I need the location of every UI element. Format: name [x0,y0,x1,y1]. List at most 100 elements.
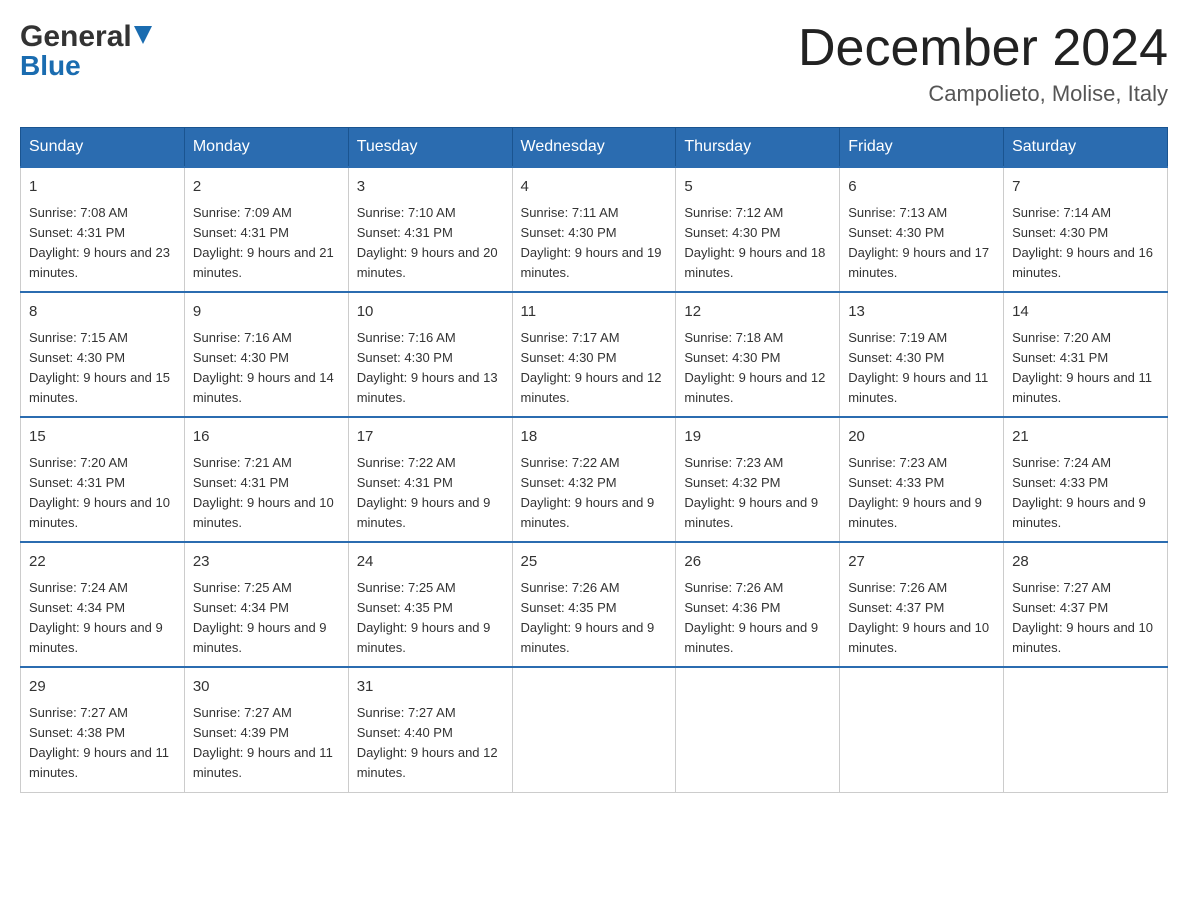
calendar-cell: 10 Sunrise: 7:16 AMSunset: 4:30 PMDayligh… [348,292,512,417]
calendar-cell: 28Sunrise: 7:27 AMSunset: 4:37 PMDayligh… [1004,542,1168,667]
calendar-cell: 30 Sunrise: 7:27 AMSunset: 4:39 PMDayligh… [184,667,348,792]
logo: General Blue [20,20,152,82]
calendar-cell: 21 Sunrise: 7:24 AMSunset: 4:33 PMDayligh… [1004,417,1168,542]
calendar-week-row: 1 Sunrise: 7:08 AMSunset: 4:31 PMDaylight… [21,167,1168,292]
day-info: Sunrise: 7:25 AMSunset: 4:35 PMDaylight:… [357,578,504,659]
day-number: 13 [848,301,995,324]
calendar-cell: 17Sunrise: 7:22 AMSunset: 4:31 PMDayligh… [348,417,512,542]
calendar-cell: 5 Sunrise: 7:12 AMSunset: 4:30 PMDaylight… [676,167,840,292]
day-number: 8 [29,301,176,324]
calendar-cell: 31Sunrise: 7:27 AMSunset: 4:40 PMDayligh… [348,667,512,792]
header-tuesday: Tuesday [348,128,512,168]
day-number: 11 [521,301,668,324]
calendar-week-row: 22Sunrise: 7:24 AMSunset: 4:34 PMDayligh… [21,542,1168,667]
day-number: 16 [193,426,340,449]
header-sunday: Sunday [21,128,185,168]
day-info: Sunrise: 7:16 AMSunset: 4:30 PMDaylight:… [357,328,504,409]
calendar-cell: 4 Sunrise: 7:11 AMSunset: 4:30 PMDaylight… [512,167,676,292]
calendar-cell: 23 Sunrise: 7:25 AMSunset: 4:34 PMDayligh… [184,542,348,667]
calendar-cell: 1 Sunrise: 7:08 AMSunset: 4:31 PMDaylight… [21,167,185,292]
day-info: Sunrise: 7:19 AMSunset: 4:30 PMDaylight:… [848,328,995,409]
day-number: 10 [357,301,504,324]
day-info: Sunrise: 7:21 AMSunset: 4:31 PMDaylight:… [193,453,340,534]
calendar-cell [1004,667,1168,792]
header-row: SundayMondayTuesdayWednesdayThursdayFrid… [21,128,1168,168]
day-info: Sunrise: 7:24 AMSunset: 4:34 PMDaylight:… [29,578,176,659]
day-info: Sunrise: 7:23 AMSunset: 4:32 PMDaylight:… [684,453,831,534]
day-info: Sunrise: 7:27 AMSunset: 4:39 PMDaylight:… [193,703,340,784]
day-number: 19 [684,426,831,449]
location-title: Campolieto, Molise, Italy [798,81,1168,107]
calendar-cell: 16 Sunrise: 7:21 AMSunset: 4:31 PMDayligh… [184,417,348,542]
day-info: Sunrise: 7:22 AMSunset: 4:31 PMDaylight:… [357,453,504,534]
day-number: 23 [193,551,340,574]
day-number: 29 [29,676,176,699]
day-info: Sunrise: 7:11 AMSunset: 4:30 PMDaylight:… [521,203,668,284]
calendar-cell: 24 Sunrise: 7:25 AMSunset: 4:35 PMDayligh… [348,542,512,667]
day-number: 24 [357,551,504,574]
day-info: Sunrise: 7:20 AMSunset: 4:31 PMDaylight:… [29,453,176,534]
day-number: 14 [1012,301,1159,324]
header-monday: Monday [184,128,348,168]
day-info: Sunrise: 7:22 AMSunset: 4:32 PMDaylight:… [521,453,668,534]
calendar-cell: 13 Sunrise: 7:19 AMSunset: 4:30 PMDayligh… [840,292,1004,417]
calendar-cell [676,667,840,792]
day-number: 30 [193,676,340,699]
day-number: 9 [193,301,340,324]
calendar-cell: 7 Sunrise: 7:14 AMSunset: 4:30 PMDaylight… [1004,167,1168,292]
day-info: Sunrise: 7:09 AMSunset: 4:31 PMDaylight:… [193,203,340,284]
calendar-cell: 18 Sunrise: 7:22 AMSunset: 4:32 PMDayligh… [512,417,676,542]
day-number: 5 [684,176,831,199]
calendar-cell: 19 Sunrise: 7:23 AMSunset: 4:32 PMDayligh… [676,417,840,542]
day-number: 25 [521,551,668,574]
header-wednesday: Wednesday [512,128,676,168]
day-number: 1 [29,176,176,199]
day-info: Sunrise: 7:20 AMSunset: 4:31 PMDaylight:… [1012,328,1159,409]
calendar-cell: 14 Sunrise: 7:20 AMSunset: 4:31 PMDayligh… [1004,292,1168,417]
title-area: December 2024 Campolieto, Molise, Italy [798,20,1168,107]
calendar-cell [512,667,676,792]
calendar-cell: 2 Sunrise: 7:09 AMSunset: 4:31 PMDaylight… [184,167,348,292]
month-title: December 2024 [798,20,1168,77]
day-number: 21 [1012,426,1159,449]
day-number: 3 [357,176,504,199]
calendar-table: SundayMondayTuesdayWednesdayThursdayFrid… [20,127,1168,792]
day-info: Sunrise: 7:26 AMSunset: 4:35 PMDaylight:… [521,578,668,659]
day-number: 27 [848,551,995,574]
day-number: 2 [193,176,340,199]
day-info: Sunrise: 7:27 AMSunset: 4:40 PMDaylight:… [357,703,504,784]
calendar-body: 1 Sunrise: 7:08 AMSunset: 4:31 PMDaylight… [21,167,1168,792]
calendar-cell: 3Sunrise: 7:10 AMSunset: 4:31 PMDaylight… [348,167,512,292]
calendar-cell: 15Sunrise: 7:20 AMSunset: 4:31 PMDayligh… [21,417,185,542]
day-info: Sunrise: 7:14 AMSunset: 4:30 PMDaylight:… [1012,203,1159,284]
day-number: 4 [521,176,668,199]
calendar-week-row: 29 Sunrise: 7:27 AMSunset: 4:38 PMDayligh… [21,667,1168,792]
day-info: Sunrise: 7:27 AMSunset: 4:38 PMDaylight:… [29,703,176,784]
day-info: Sunrise: 7:17 AMSunset: 4:30 PMDaylight:… [521,328,668,409]
day-number: 20 [848,426,995,449]
day-info: Sunrise: 7:08 AMSunset: 4:31 PMDaylight:… [29,203,176,284]
calendar-cell: 12Sunrise: 7:18 AMSunset: 4:30 PMDayligh… [676,292,840,417]
calendar-cell: 27Sunrise: 7:26 AMSunset: 4:37 PMDayligh… [840,542,1004,667]
day-info: Sunrise: 7:15 AMSunset: 4:30 PMDaylight:… [29,328,176,409]
day-number: 7 [1012,176,1159,199]
calendar-cell: 9 Sunrise: 7:16 AMSunset: 4:30 PMDaylight… [184,292,348,417]
day-info: Sunrise: 7:25 AMSunset: 4:34 PMDaylight:… [193,578,340,659]
calendar-cell: 26Sunrise: 7:26 AMSunset: 4:36 PMDayligh… [676,542,840,667]
calendar-cell: 22Sunrise: 7:24 AMSunset: 4:34 PMDayligh… [21,542,185,667]
calendar-cell: 25 Sunrise: 7:26 AMSunset: 4:35 PMDayligh… [512,542,676,667]
day-info: Sunrise: 7:18 AMSunset: 4:30 PMDaylight:… [684,328,831,409]
day-info: Sunrise: 7:24 AMSunset: 4:33 PMDaylight:… [1012,453,1159,534]
day-number: 18 [521,426,668,449]
logo-blue: Blue [20,50,81,82]
day-info: Sunrise: 7:12 AMSunset: 4:30 PMDaylight:… [684,203,831,284]
calendar-cell: 11 Sunrise: 7:17 AMSunset: 4:30 PMDayligh… [512,292,676,417]
day-info: Sunrise: 7:16 AMSunset: 4:30 PMDaylight:… [193,328,340,409]
page-header: General Blue December 2024 Campolieto, M… [20,20,1168,107]
day-number: 6 [848,176,995,199]
logo-arrow-icon [134,26,152,44]
calendar-header: SundayMondayTuesdayWednesdayThursdayFrid… [21,128,1168,168]
day-info: Sunrise: 7:23 AMSunset: 4:33 PMDaylight:… [848,453,995,534]
day-info: Sunrise: 7:13 AMSunset: 4:30 PMDaylight:… [848,203,995,284]
header-friday: Friday [840,128,1004,168]
